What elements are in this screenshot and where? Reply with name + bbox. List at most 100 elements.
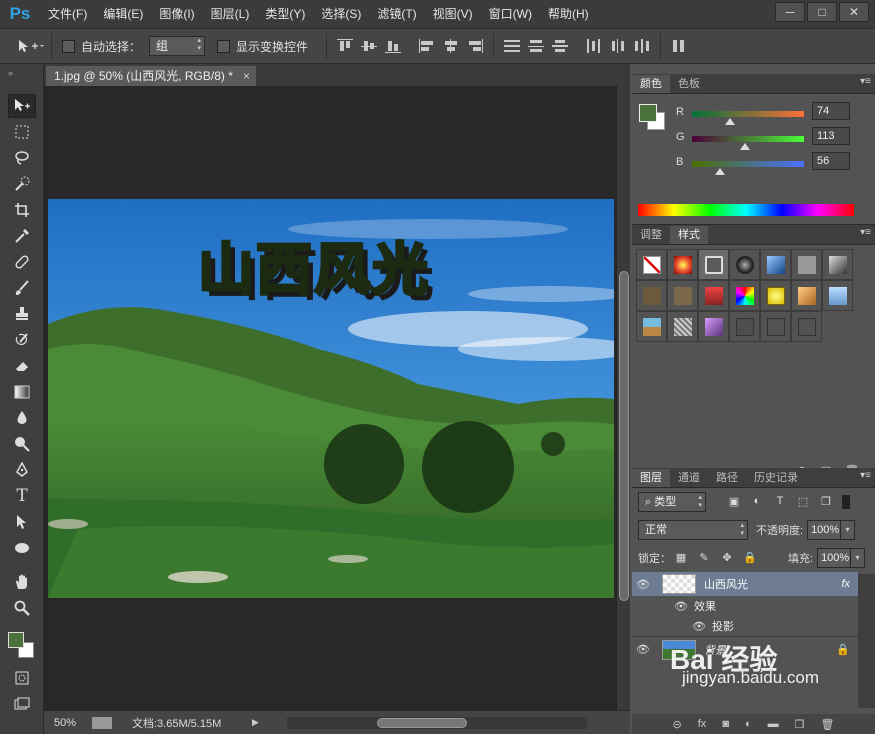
- healing-brush-tool-icon[interactable]: [8, 250, 36, 274]
- canvas-vertical-scrollbar[interactable]: [616, 86, 630, 710]
- minimize-button[interactable]: ─: [775, 2, 805, 22]
- style-swatch[interactable]: [667, 249, 698, 280]
- tab-adjustments[interactable]: 调整: [632, 226, 670, 244]
- menu-edit[interactable]: 编辑(E): [95, 0, 151, 28]
- distribute-hcenter-icon[interactable]: [610, 39, 626, 53]
- menu-select[interactable]: 选择(S): [313, 0, 369, 28]
- align-right-icon[interactable]: [467, 39, 484, 53]
- style-swatch[interactable]: [698, 311, 729, 342]
- filter-pixel-icon[interactable]: ▣: [726, 495, 742, 509]
- style-swatch[interactable]: [636, 280, 667, 311]
- zoom-level[interactable]: 50%: [44, 717, 92, 729]
- menu-view[interactable]: 视图(V): [425, 0, 481, 28]
- effects-eye-icon[interactable]: 👁: [632, 600, 688, 613]
- visibility-eye-icon[interactable]: 👁: [632, 572, 654, 596]
- vertical-scroll-thumb[interactable]: [619, 271, 629, 601]
- tab-history[interactable]: 历史记录: [746, 469, 806, 487]
- filter-type-icon[interactable]: T: [772, 495, 788, 509]
- eyedropper-tool-icon[interactable]: [8, 224, 36, 248]
- close-tab-icon[interactable]: ×: [243, 66, 250, 86]
- horizontal-scroll-thumb[interactable]: [376, 717, 467, 728]
- path-select-tool-icon[interactable]: [8, 510, 36, 534]
- panel-menu-icon[interactable]: ▾≡: [860, 76, 871, 87]
- zoom-tool-icon[interactable]: [8, 596, 36, 620]
- align-vcenter-icon[interactable]: [361, 39, 378, 53]
- color-spectrum[interactable]: [638, 204, 854, 216]
- lock-pixels-icon[interactable]: ✎: [696, 551, 712, 565]
- filter-smart-object-icon[interactable]: ❐: [818, 495, 834, 509]
- style-swatch[interactable]: [760, 249, 791, 280]
- tab-styles[interactable]: 样式: [670, 226, 708, 244]
- slider-b-track[interactable]: [692, 161, 804, 167]
- clone-stamp-tool-icon[interactable]: [8, 302, 36, 326]
- distribute-left-icon[interactable]: [586, 39, 602, 53]
- auto-select-checkbox[interactable]: [62, 39, 75, 53]
- layer-drop-shadow-row[interactable]: 👁 投影: [632, 616, 858, 636]
- style-swatch[interactable]: [729, 311, 760, 342]
- slider-r-knob[interactable]: [725, 118, 735, 125]
- new-fill-layer-icon[interactable]: ◐: [745, 718, 752, 730]
- color-swatches[interactable]: [0, 624, 43, 664]
- slider-g-knob[interactable]: [740, 143, 750, 150]
- add-mask-icon[interactable]: ◙: [722, 718, 729, 730]
- style-swatch[interactable]: [729, 280, 760, 311]
- menu-window[interactable]: 窗口(W): [481, 0, 540, 28]
- lasso-tool-icon[interactable]: [8, 146, 36, 170]
- screen-mode-icon[interactable]: [8, 692, 36, 716]
- drop-shadow-eye-icon[interactable]: 👁: [632, 620, 706, 633]
- blend-mode-dropdown[interactable]: 正常: [638, 520, 748, 540]
- pen-tool-icon[interactable]: [8, 458, 36, 482]
- tab-swatches[interactable]: 色板: [670, 75, 708, 93]
- layers-panel-menu-icon[interactable]: ▾≡: [860, 470, 871, 481]
- distribute-right-icon[interactable]: [634, 39, 650, 53]
- color-panel-fg-swatch[interactable]: [639, 104, 657, 122]
- distribute-top-icon[interactable]: [504, 39, 521, 53]
- hand-tool-icon[interactable]: [8, 570, 36, 594]
- slider-g-track[interactable]: [692, 136, 804, 142]
- menu-help[interactable]: 帮助(H): [540, 0, 597, 28]
- type-tool-icon[interactable]: T: [8, 484, 36, 508]
- slider-r-value[interactable]: 74: [812, 102, 850, 120]
- style-swatch[interactable]: [667, 280, 698, 311]
- new-layer-icon[interactable]: ❐: [795, 718, 805, 731]
- lock-all-icon[interactable]: 🔒: [742, 551, 758, 565]
- style-swatch[interactable]: [667, 311, 698, 342]
- filter-adjustment-icon[interactable]: ◐: [749, 495, 765, 509]
- delete-layer-icon[interactable]: 🗑: [821, 718, 835, 731]
- distribute-bottom-icon[interactable]: [552, 39, 569, 53]
- gradient-tool-icon[interactable]: [8, 380, 36, 404]
- blur-tool-icon[interactable]: [8, 406, 36, 430]
- layer-name[interactable]: 山西风光: [704, 576, 748, 592]
- layer-fx-icon[interactable]: fx: [841, 578, 850, 590]
- style-swatch[interactable]: [822, 249, 853, 280]
- history-brush-tool-icon[interactable]: [8, 328, 36, 352]
- menu-layer[interactable]: 图层(L): [203, 0, 258, 28]
- lock-transparent-icon[interactable]: ▦: [673, 551, 689, 565]
- document-image[interactable]: 山西风光: [48, 199, 614, 598]
- fill-arrow[interactable]: ▾: [851, 548, 866, 568]
- auto-select-dropdown[interactable]: 组: [149, 36, 206, 56]
- align-left-icon[interactable]: [419, 39, 435, 53]
- link-layers-icon[interactable]: ⊝: [673, 718, 682, 731]
- align-bottom-icon[interactable]: [385, 39, 402, 53]
- menu-image[interactable]: 图像(I): [151, 0, 202, 28]
- document-tab[interactable]: 1.jpg @ 50% (山西风光, RGB/8) * ×: [46, 66, 256, 86]
- layer-row-text[interactable]: 👁 山西风光 fx: [632, 572, 858, 596]
- filter-toggle[interactable]: [842, 495, 850, 509]
- slider-b-knob[interactable]: [715, 168, 725, 175]
- move-tool-icon[interactable]: [8, 94, 36, 118]
- brush-tool-icon[interactable]: [8, 276, 36, 300]
- style-swatch[interactable]: [698, 280, 729, 311]
- dodge-tool-icon[interactable]: [8, 432, 36, 456]
- ellipse-tool-icon[interactable]: [8, 536, 36, 560]
- styles-panel-menu-icon[interactable]: ▾≡: [860, 227, 871, 238]
- slider-b-value[interactable]: 56: [812, 152, 850, 170]
- lock-position-icon[interactable]: ✥: [719, 551, 735, 565]
- style-swatch[interactable]: [822, 280, 853, 311]
- quick-mask-icon[interactable]: [8, 666, 36, 690]
- opacity-arrow[interactable]: ▾: [841, 520, 856, 540]
- add-style-icon[interactable]: fx: [698, 718, 707, 730]
- show-transform-checkbox[interactable]: [217, 39, 231, 53]
- menu-type[interactable]: 类型(Y): [257, 0, 313, 28]
- style-swatch[interactable]: [760, 311, 791, 342]
